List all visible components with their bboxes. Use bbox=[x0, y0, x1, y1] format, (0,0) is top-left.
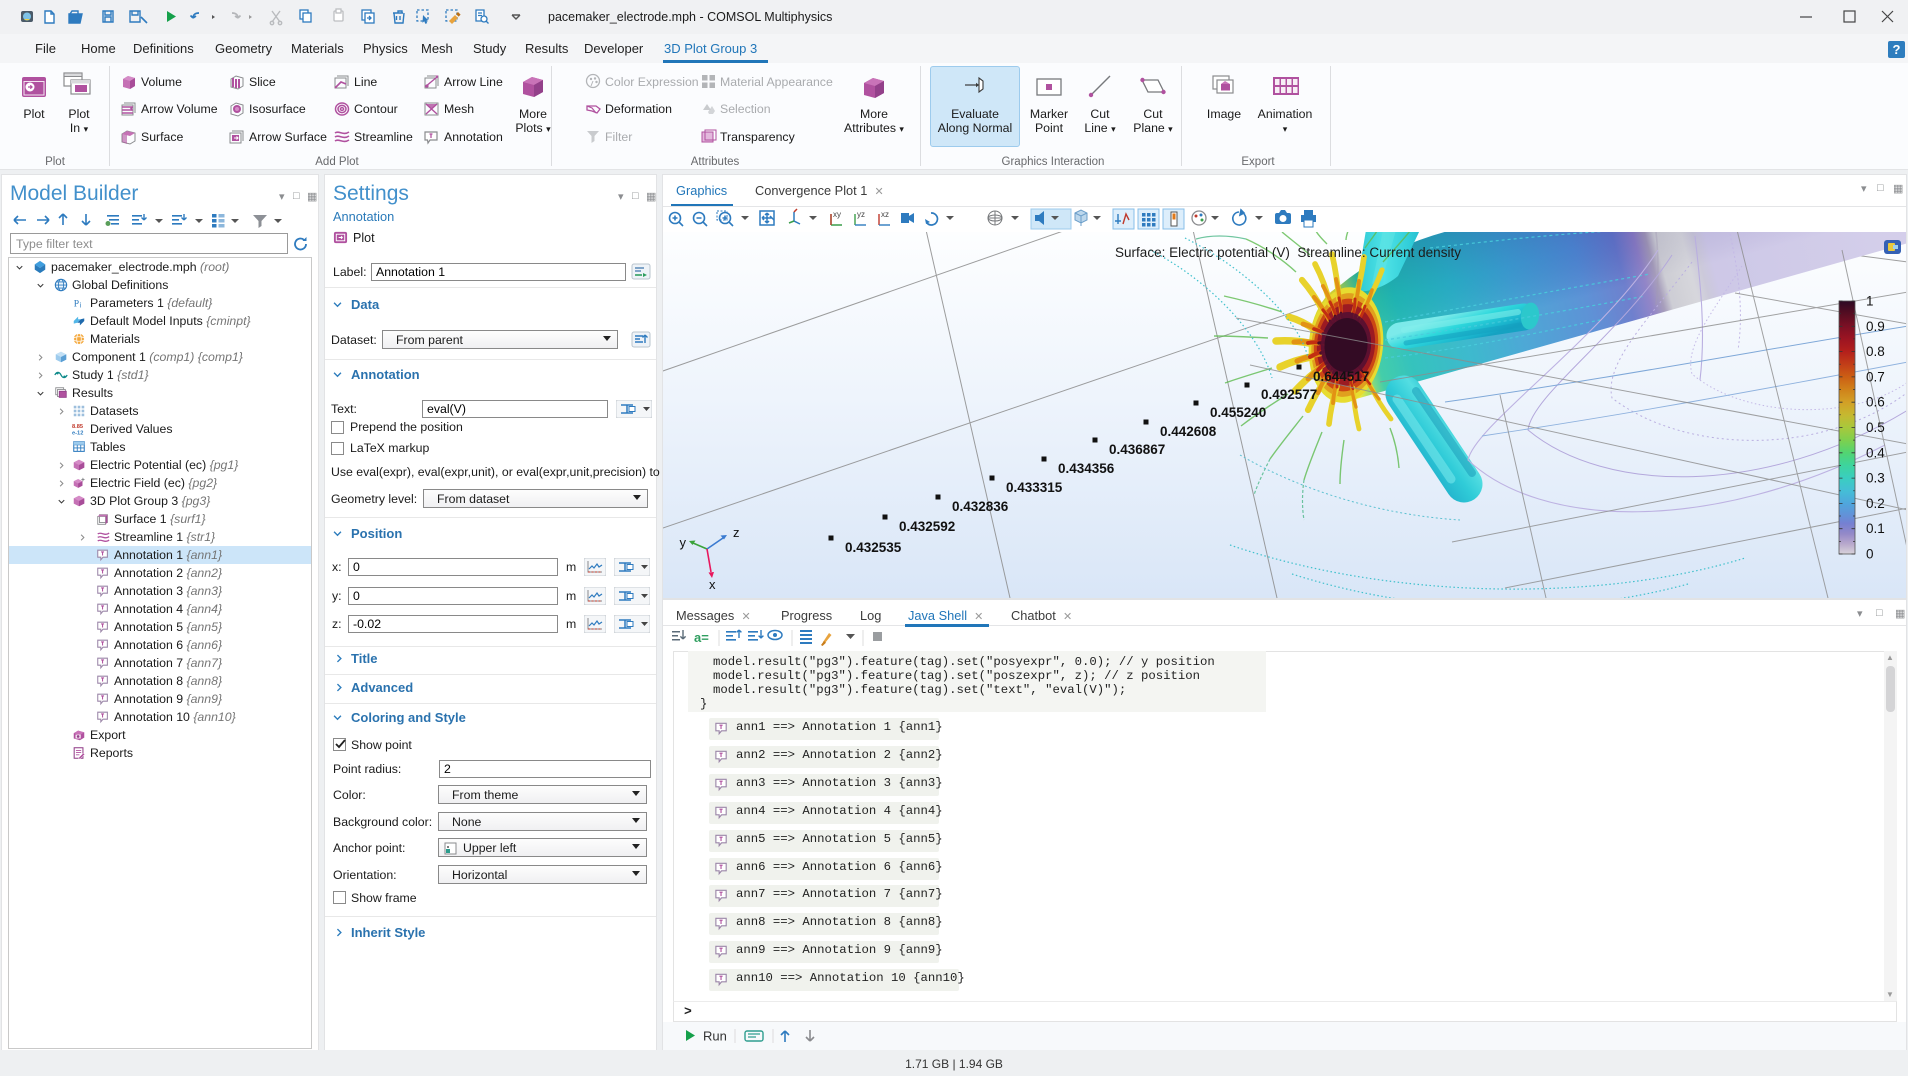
svg-text:0.442608: 0.442608 bbox=[1160, 424, 1217, 439]
svg-text:0.7: 0.7 bbox=[1866, 369, 1885, 384]
svg-text:yz: yz bbox=[857, 210, 865, 219]
svg-text:a=: a= bbox=[694, 630, 709, 645]
svg-text:0.432836: 0.432836 bbox=[952, 499, 1009, 514]
svg-text:0.4: 0.4 bbox=[1866, 445, 1885, 460]
svg-text:0.455240: 0.455240 bbox=[1210, 405, 1266, 420]
svg-text:1: 1 bbox=[1866, 294, 1874, 309]
svg-text:0.2: 0.2 bbox=[1866, 496, 1885, 511]
svg-text:0: 0 bbox=[1866, 547, 1874, 562]
svg-text:Surface: Electric potential (V: Surface: Electric potential (V) Streamli… bbox=[1115, 245, 1461, 260]
svg-text:0.433315: 0.433315 bbox=[1006, 480, 1063, 495]
svg-text:xz: xz bbox=[881, 210, 889, 219]
svg-text:0.9: 0.9 bbox=[1866, 319, 1885, 334]
svg-text:0.3: 0.3 bbox=[1866, 471, 1885, 486]
svg-text:0.5: 0.5 bbox=[1866, 420, 1885, 435]
svg-text:y: y bbox=[680, 535, 687, 550]
svg-text:Run: Run bbox=[703, 1029, 727, 1044]
svg-text:0.6: 0.6 bbox=[1866, 395, 1885, 410]
svg-text:xy: xy bbox=[833, 210, 841, 219]
svg-text:z: z bbox=[733, 525, 740, 540]
svg-text:0.644517: 0.644517 bbox=[1313, 369, 1369, 384]
svg-text:0.432535: 0.432535 bbox=[845, 540, 902, 555]
svg-text:0.434356: 0.434356 bbox=[1058, 461, 1115, 476]
svg-text:0.492577: 0.492577 bbox=[1261, 387, 1317, 402]
svg-text:x: x bbox=[709, 577, 716, 592]
svg-text:0.436867: 0.436867 bbox=[1109, 442, 1165, 457]
svg-text:0.8: 0.8 bbox=[1866, 344, 1885, 359]
svg-text:0.432592: 0.432592 bbox=[899, 519, 955, 534]
svg-text:0.1: 0.1 bbox=[1866, 521, 1885, 536]
